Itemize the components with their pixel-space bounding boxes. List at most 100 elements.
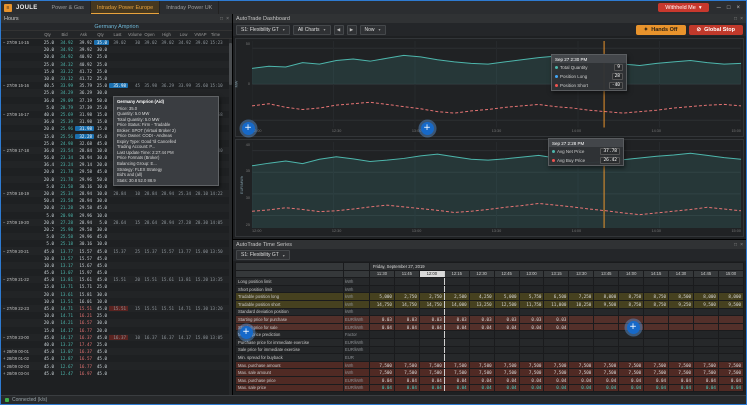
group-label[interactable]: + 28/09 01-02 [1, 356, 41, 361]
timeseries-cell[interactable] [468, 345, 495, 355]
prev-button[interactable]: ◀ [333, 24, 344, 35]
timeseries-cell[interactable] [468, 307, 495, 317]
timeseries-cell[interactable]: 7,500 [393, 368, 420, 377]
timeseries-cell[interactable]: 7,500 [618, 368, 645, 377]
timeseries-cell[interactable] [518, 307, 545, 317]
timeseries-cell[interactable]: 14,750 [418, 299, 445, 309]
timeseries-cell[interactable] [418, 277, 445, 286]
timeseries-cell[interactable]: 0.04 [443, 322, 470, 332]
timeseries-cell[interactable]: 7,500 [692, 360, 719, 370]
timeseries-cell[interactable] [618, 345, 645, 355]
timeseries-cell[interactable] [717, 307, 745, 317]
timeseries-cell[interactable]: 7,500 [593, 360, 620, 370]
timeseries-cell[interactable] [393, 337, 420, 347]
timeseries-cell[interactable]: 7,500 [443, 360, 470, 370]
timeseries-cell[interactable] [393, 284, 420, 294]
timeseries-cell[interactable] [593, 315, 620, 324]
timeseries-cell[interactable] [418, 284, 445, 294]
hands-off-button[interactable]: ✦ Hands Off [635, 24, 686, 35]
book-row[interactable]: 20.0 34.92 39.92 30.0 [1, 46, 232, 54]
timeseries-cell[interactable]: 0.04 [493, 383, 520, 393]
book-group-row[interactable]: + 28/09 02-03 45.0 12.67 16.77 45.0 [1, 362, 232, 370]
timeseries-cell[interactable]: 0.03 [543, 315, 570, 324]
timeseries-cell[interactable] [593, 353, 620, 362]
group-label[interactable]: − 27/09 23-00 [1, 335, 41, 340]
timeseries-cell[interactable]: 8,000 [692, 292, 719, 301]
timeseries-cell[interactable]: 8,750 [618, 292, 645, 301]
timeseries-cell[interactable]: 7,500 [393, 360, 420, 370]
timeseries-cell[interactable] [593, 307, 620, 317]
timeseries-cell[interactable] [692, 345, 719, 355]
time-column-header[interactable]: 14:45 [692, 269, 719, 279]
timeseries-cell[interactable] [643, 345, 670, 355]
timeseries-cell[interactable]: 0.03 [468, 315, 495, 324]
timeseries-cell[interactable]: 0.04 [643, 375, 670, 385]
timeseries-cell[interactable] [543, 353, 570, 362]
timeseries-cell[interactable] [568, 337, 595, 347]
timeseries-cell[interactable]: 0.04 [593, 375, 620, 385]
timeseries-cell[interactable]: 0.04 [468, 383, 495, 393]
timeseries-cell[interactable]: 0.04 [643, 383, 670, 393]
timeseries-cell[interactable]: 0.04 [443, 383, 470, 393]
timeseries-cell[interactable] [568, 353, 595, 362]
timeseries-cell[interactable] [668, 330, 694, 339]
timeseries-cell[interactable]: 0.04 [668, 375, 694, 385]
timeseries-cell[interactable]: 0.04 [493, 375, 520, 385]
timeseries-cell[interactable]: 7,500 [369, 368, 395, 377]
next-button[interactable]: ▶ [346, 24, 357, 35]
timeseries-cell[interactable]: 5,750 [518, 292, 545, 301]
timeseries-cell[interactable] [717, 322, 745, 332]
timeseries-cell[interactable] [568, 277, 595, 286]
timeseries-cell[interactable] [369, 353, 395, 362]
book-row[interactable]: 10.0 13.17 15.67 45.0 [1, 261, 232, 269]
timeseries-cell[interactable] [668, 345, 694, 355]
time-column-header[interactable]: 12:45 [493, 269, 520, 279]
timeseries-cell[interactable] [468, 337, 495, 347]
timeseries-cell[interactable]: 0.04 [468, 322, 495, 332]
timeseries-cell[interactable]: 14,750 [369, 299, 395, 309]
price-chart[interactable]: EUR/MWh 40 35 30 25 12:00 12:30 13:00 13:30 14:… [235, 138, 744, 237]
timeseries-cell[interactable] [643, 337, 670, 347]
time-column-header[interactable]: 13:30 [568, 269, 595, 279]
timeseries-cell[interactable]: 0.04 [393, 383, 420, 393]
group-label[interactable]: − 27/09 18-19 [1, 191, 41, 196]
timeseries-cell[interactable] [643, 353, 670, 362]
time-column-header[interactable]: 13:45 [593, 269, 620, 279]
timeseries-cell[interactable] [618, 277, 645, 286]
timeseries-cell[interactable] [443, 307, 470, 317]
timeseries-cell[interactable] [692, 353, 719, 362]
book-row[interactable]: 40.0 13.37 17.47 25.0 [1, 341, 232, 348]
timeseries-cell[interactable]: 7,500 [369, 360, 395, 370]
timeseries-cell[interactable]: 7,500 [568, 360, 595, 370]
timeseries-cell[interactable] [543, 277, 570, 286]
timeseries-cell[interactable]: 11,000 [543, 299, 570, 309]
timeseries-cell[interactable] [518, 277, 545, 286]
timeseries-cell[interactable]: 0.04 [618, 383, 645, 393]
tab-intraday-power-europe[interactable]: Intraday Power Europe [90, 1, 161, 14]
global-stop-button[interactable]: ⊘ Global Stop [688, 24, 743, 35]
timeseries-cell[interactable]: 2,750 [393, 292, 420, 301]
timeseries-cell[interactable]: 8,000 [593, 292, 620, 301]
timeseries-cell[interactable]: 0.04 [468, 375, 495, 385]
timeseries-cell[interactable]: 0.04 [717, 383, 745, 393]
timeseries-cell[interactable] [369, 330, 395, 339]
timeseries-cell[interactable] [717, 337, 745, 347]
timeseries-cell[interactable]: 7,500 [593, 368, 620, 377]
timeseries-cell[interactable]: 11,750 [518, 299, 545, 309]
timeseries-cell[interactable] [468, 284, 495, 294]
timeseries-cell[interactable]: 14,750 [393, 299, 420, 309]
book-row[interactable]: 10.0 33.12 41.72 25.0 [1, 74, 232, 83]
timeseries-cell[interactable]: 8,500 [668, 292, 694, 301]
timeseries-cell[interactable] [692, 322, 719, 332]
group-label[interactable]: + 28/09 02-03 [1, 364, 41, 369]
timeseries-cell[interactable] [618, 337, 645, 347]
timeseries-cell[interactable]: 0.04 [543, 383, 570, 393]
timeseries-cell[interactable]: 7,500 [717, 368, 745, 377]
timeseries-cell[interactable] [717, 284, 745, 294]
book-group-row[interactable]: + 28/09 00-01 45.0 13.07 16.37 45.0 [1, 348, 232, 356]
timeseries-cell[interactable] [668, 307, 694, 317]
timeseries-cell[interactable] [518, 337, 545, 347]
float-icon[interactable]: □ [734, 242, 737, 248]
timeseries-cell[interactable] [717, 277, 745, 286]
timeseries-cell[interactable]: 0.04 [393, 322, 420, 332]
